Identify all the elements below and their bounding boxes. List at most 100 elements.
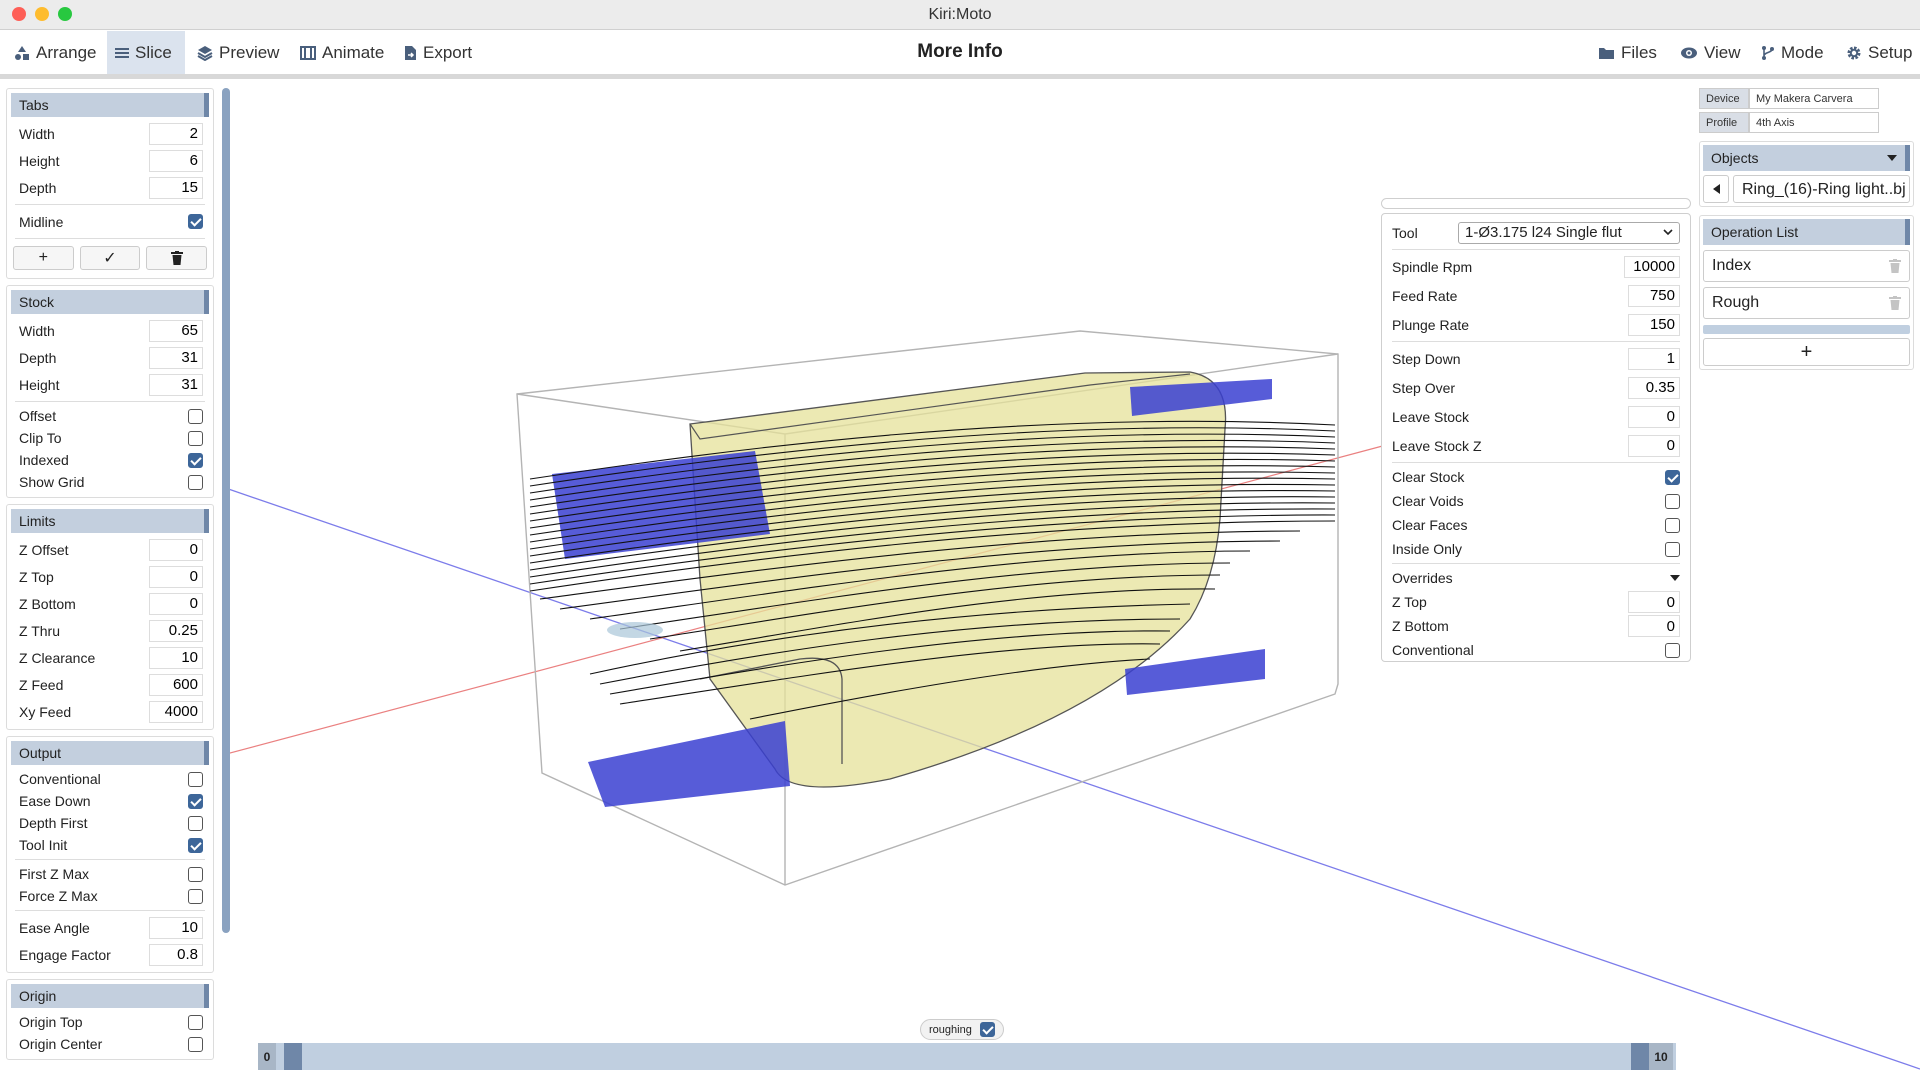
depth-first-label: Depth First xyxy=(19,815,88,831)
ease-angle-input[interactable] xyxy=(149,916,203,939)
previous-object-button[interactable] xyxy=(1703,175,1729,203)
override-z-bottom-input[interactable] xyxy=(1628,615,1680,637)
first-z-max-label: First Z Max xyxy=(19,866,89,882)
offset-label: Offset xyxy=(19,408,57,424)
show-grid-checkbox[interactable] xyxy=(188,474,203,490)
tool-init-checkbox[interactable] xyxy=(188,837,203,853)
origin-top-label: Origin Top xyxy=(19,1014,83,1030)
operation-rough[interactable]: Rough xyxy=(1703,287,1910,319)
conventional-checkbox[interactable] xyxy=(188,771,203,787)
z-offset-label: Z Offset xyxy=(19,541,69,558)
operation-index[interactable]: Index xyxy=(1703,250,1910,282)
z-clearance-input[interactable] xyxy=(149,646,203,669)
leave-stock-z-input[interactable] xyxy=(1628,434,1680,457)
divider xyxy=(15,204,205,205)
left-settings-panel: Tabs Width Height Depth Midline + ✓ Stoc… xyxy=(6,88,214,1070)
tabs-height-input[interactable] xyxy=(149,149,203,172)
add-tab-button[interactable]: + xyxy=(13,246,74,270)
z-top-input[interactable] xyxy=(149,565,203,588)
spindle-rpm-input[interactable] xyxy=(1624,255,1680,278)
profile-value: 4th Axis xyxy=(1749,112,1879,133)
show-grid-label: Show Grid xyxy=(19,474,85,490)
inside-only-checkbox[interactable] xyxy=(1665,541,1680,557)
clear-tabs-button[interactable] xyxy=(146,246,208,270)
tool-value: 1-Ø3.175 l24 Single flut xyxy=(1465,224,1622,241)
object-name[interactable]: Ring_(16)-Ring light..bj xyxy=(1733,175,1910,203)
mode-menu[interactable]: Mode xyxy=(1753,31,1832,74)
clear-voids-label: Clear Voids xyxy=(1392,493,1464,509)
done-tab-button[interactable]: ✓ xyxy=(79,246,141,270)
z-feed-input[interactable] xyxy=(149,673,203,696)
origin-center-checkbox[interactable] xyxy=(188,1036,203,1052)
z-bottom-input[interactable] xyxy=(149,592,203,615)
op-panel-handle[interactable] xyxy=(1381,198,1691,209)
overrides-toggle[interactable]: Overrides xyxy=(1392,566,1680,590)
objects-header[interactable]: Objects xyxy=(1703,145,1910,171)
first-z-max-checkbox[interactable] xyxy=(188,866,203,882)
midline-checkbox[interactable] xyxy=(188,214,203,229)
override-z-top-label: Z Top xyxy=(1392,594,1427,610)
override-z-top-input[interactable] xyxy=(1628,591,1680,613)
origin-header[interactable]: Origin xyxy=(11,984,209,1008)
leave-stock-input[interactable] xyxy=(1628,405,1680,428)
origin-top-checkbox[interactable] xyxy=(188,1014,203,1030)
tabs-header[interactable]: Tabs xyxy=(11,93,209,117)
plunge-rate-input[interactable] xyxy=(1628,313,1680,336)
profile-row[interactable]: Profile 4th Axis xyxy=(1699,112,1914,133)
slider-high-handle[interactable] xyxy=(1631,1043,1649,1070)
indexed-checkbox[interactable] xyxy=(188,452,203,468)
trash-icon[interactable] xyxy=(1889,296,1901,310)
roughing-layer-checkbox[interactable] xyxy=(979,1022,995,1037)
operation-label: Rough xyxy=(1712,294,1760,311)
step-down-input[interactable] xyxy=(1628,347,1680,370)
tool-select[interactable]: 1-Ø3.175 l24 Single flut xyxy=(1458,221,1680,244)
left-panel-scrollbar[interactable] xyxy=(222,88,230,933)
step-over-input[interactable] xyxy=(1628,376,1680,399)
device-row[interactable]: Device My Makera Carvera xyxy=(1699,88,1914,109)
tabs-depth-input[interactable] xyxy=(149,176,203,199)
override-conventional-checkbox[interactable] xyxy=(1665,642,1680,658)
xy-feed-input[interactable] xyxy=(149,700,203,723)
clip-to-checkbox[interactable] xyxy=(188,430,203,446)
caret-down-icon xyxy=(1670,575,1680,581)
clear-voids-checkbox[interactable] xyxy=(1665,493,1680,509)
engage-factor-label: Engage Factor xyxy=(19,946,111,963)
clear-stock-label: Clear Stock xyxy=(1392,469,1465,485)
window-title: Kiri:Moto xyxy=(928,6,992,23)
ease-down-checkbox[interactable] xyxy=(188,793,203,809)
origin-section: Origin Origin Top Origin Center xyxy=(6,979,214,1060)
tabs-width-input[interactable] xyxy=(149,122,203,145)
depth-first-checkbox[interactable] xyxy=(188,815,203,831)
stock-height-input[interactable] xyxy=(149,373,203,396)
stock-header[interactable]: Stock xyxy=(11,290,209,314)
z-feed-label: Z Feed xyxy=(19,676,64,693)
tabs-height-label: Height xyxy=(19,152,60,169)
engage-factor-input[interactable] xyxy=(149,943,203,966)
output-header[interactable]: Output xyxy=(11,741,209,765)
clear-stock-checkbox[interactable] xyxy=(1665,469,1680,485)
offset-checkbox[interactable] xyxy=(188,408,203,424)
operation-list-section: Operation List Index Rough + xyxy=(1699,215,1914,370)
add-operation-button[interactable]: + xyxy=(1703,338,1910,366)
stock-width-input[interactable] xyxy=(149,319,203,342)
layer-range-slider[interactable]: 0 10 xyxy=(258,1043,1676,1070)
plunge-rate-label: Plunge Rate xyxy=(1392,316,1470,333)
z-thru-input[interactable] xyxy=(149,619,203,642)
slider-low-handle[interactable] xyxy=(284,1043,302,1070)
force-z-max-checkbox[interactable] xyxy=(188,888,203,904)
operation-list-header[interactable]: Operation List xyxy=(1703,219,1910,245)
trash-icon[interactable] xyxy=(1889,259,1901,273)
conventional-label: Conventional xyxy=(19,771,101,787)
setup-menu[interactable]: Setup xyxy=(1838,31,1920,74)
files-menu[interactable]: Files xyxy=(1590,31,1665,74)
view-menu[interactable]: View xyxy=(1672,31,1749,74)
chevron-down-icon xyxy=(1663,229,1673,236)
z-offset-input[interactable] xyxy=(149,538,203,561)
limits-header[interactable]: Limits xyxy=(11,509,209,533)
stock-depth-input[interactable] xyxy=(149,346,203,369)
leave-stock-z-label: Leave Stock Z xyxy=(1392,437,1482,454)
ease-down-label: Ease Down xyxy=(19,793,91,809)
clear-faces-checkbox[interactable] xyxy=(1665,517,1680,533)
feed-rate-input[interactable] xyxy=(1628,284,1680,307)
layer-toggle-chip[interactable]: roughing xyxy=(920,1019,1004,1040)
